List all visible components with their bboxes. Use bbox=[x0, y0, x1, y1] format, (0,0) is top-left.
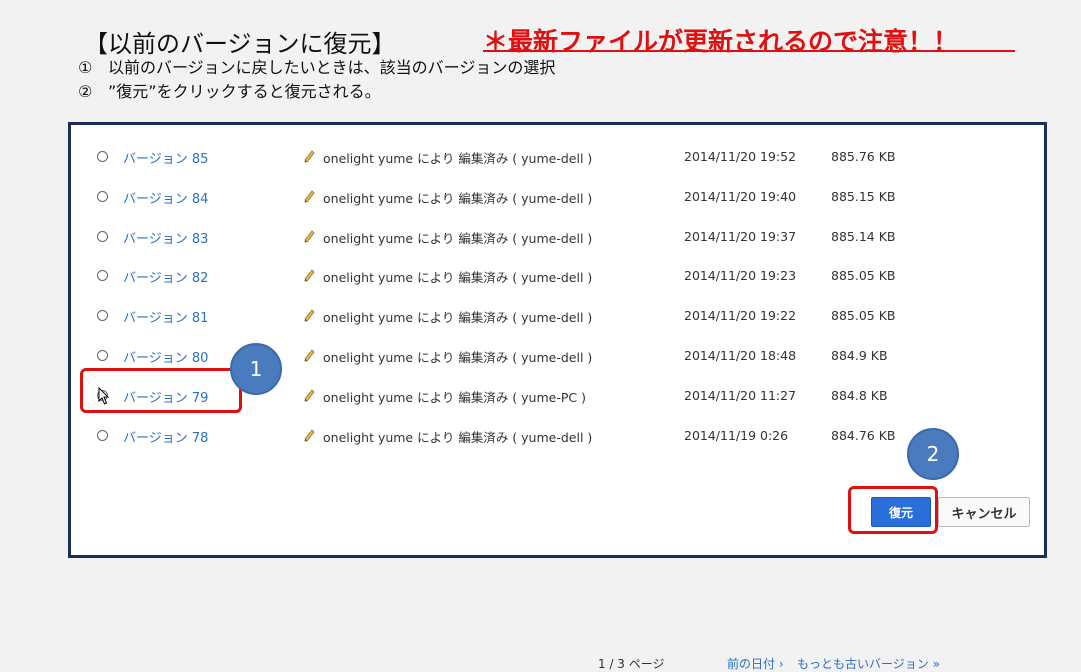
pencil-icon bbox=[304, 309, 315, 322]
version-date: 2014/11/20 19:37 bbox=[684, 228, 797, 244]
pencil-icon bbox=[304, 389, 315, 402]
version-row[interactable]: バージョン 84 onelight yume により 編集済み ( yume-de… bbox=[71, 177, 1044, 217]
version-date: 2014/11/20 19:22 bbox=[684, 308, 797, 324]
version-link[interactable]: バージョン 85 bbox=[123, 148, 208, 167]
version-editor: onelight yume により 編集済み ( yume-dell ) bbox=[323, 350, 593, 365]
version-radio[interactable] bbox=[97, 429, 108, 441]
version-editor: onelight yume により 編集済み ( yume-PC ) bbox=[323, 389, 586, 405]
version-link[interactable]: バージョン 80 bbox=[123, 347, 208, 366]
step-1-text: 以前のバージョンに戻したいときは、該当のバージョンの選択 bbox=[108, 58, 556, 77]
version-size: 885.15 KB bbox=[831, 188, 896, 204]
step-2-text: ”復元”をクリックすると復元される。 bbox=[108, 82, 381, 101]
step-marker-1: 1 bbox=[230, 343, 282, 395]
version-size: 884.76 KB bbox=[831, 427, 896, 443]
oldest-version-link[interactable]: もっとも古いバージョン » bbox=[797, 655, 940, 672]
pencil-icon bbox=[304, 150, 315, 163]
instruction-step-1: ① 以前のバージョンに戻したいときは、該当のバージョンの選択 bbox=[78, 54, 555, 78]
version-editor: onelight yume により 編集済み ( yume-dell ) bbox=[323, 151, 593, 166]
warning-underline bbox=[483, 50, 1015, 52]
warning-text: ＊最新ファイルが更新されるので注意！！ bbox=[483, 27, 959, 56]
highlight-box-restore bbox=[848, 486, 938, 534]
version-size: 885.05 KB bbox=[831, 308, 896, 324]
version-radio[interactable] bbox=[97, 350, 108, 361]
version-radio[interactable] bbox=[97, 190, 108, 202]
version-editor: onelight yume により 編集済み ( yume-dell ) bbox=[323, 429, 593, 445]
version-row[interactable]: バージョン 81 onelight yume により 編集済み ( yume-de… bbox=[71, 296, 1044, 336]
version-size: 885.76 KB bbox=[831, 149, 896, 164]
pencil-icon bbox=[304, 190, 315, 203]
version-link[interactable]: バージョン 83 bbox=[123, 228, 208, 247]
version-date: 2014/11/20 19:23 bbox=[684, 268, 797, 284]
step-marker-2: 2 bbox=[907, 428, 959, 480]
version-date: 2014/11/19 0:26 bbox=[684, 427, 789, 443]
version-editor: onelight yume により 編集済み ( yume-dell ) bbox=[323, 310, 593, 326]
version-editor: onelight yume により 編集済み ( yume-dell ) bbox=[323, 270, 593, 286]
version-date: 2014/11/20 19:40 bbox=[684, 188, 797, 204]
pencil-icon bbox=[304, 428, 315, 442]
page-indicator: 1 / 3 ページ bbox=[598, 657, 665, 671]
version-radio[interactable] bbox=[97, 230, 108, 242]
prev-date-link[interactable]: 前の日付 › bbox=[727, 655, 784, 672]
instruction-step-2: ② ”復元”をクリックすると復元される。 bbox=[78, 78, 381, 102]
version-link[interactable]: バージョン 82 bbox=[123, 267, 208, 286]
version-editor: onelight yume により 編集済み ( yume-dell ) bbox=[323, 190, 593, 206]
version-radio[interactable] bbox=[97, 151, 108, 162]
version-date: 2014/11/20 19:52 bbox=[684, 149, 797, 164]
pencil-icon bbox=[304, 229, 315, 243]
step-1-number: ① bbox=[78, 58, 93, 77]
version-radio[interactable] bbox=[97, 310, 108, 322]
version-size: 885.14 KB bbox=[831, 228, 896, 244]
version-row[interactable]: バージョン 85 onelight yume により 編集済み ( yume-de… bbox=[71, 137, 1044, 177]
version-link[interactable]: バージョン 81 bbox=[123, 307, 208, 326]
version-link[interactable]: バージョン 78 bbox=[123, 427, 208, 446]
version-date: 2014/11/20 18:48 bbox=[684, 348, 797, 363]
version-size: 884.8 KB bbox=[831, 387, 888, 403]
version-row[interactable]: バージョン 78 onelight yume により 編集済み ( yume-de… bbox=[71, 416, 1044, 456]
version-editor: onelight yume により 編集済み ( yume-dell ) bbox=[323, 230, 593, 246]
version-size: 884.9 KB bbox=[831, 348, 888, 363]
pencil-icon bbox=[304, 349, 315, 362]
highlight-box-version-79 bbox=[80, 368, 242, 413]
pencil-icon bbox=[304, 269, 315, 282]
version-link[interactable]: バージョン 84 bbox=[123, 188, 208, 207]
version-row[interactable]: バージョン 82 onelight yume により 編集済み ( yume-de… bbox=[71, 256, 1044, 296]
slide: 【以前のバージョンに復元】 ＊最新ファイルが更新されるので注意！！ ① 以前のバー… bbox=[0, 0, 1081, 671]
version-size: 885.05 KB bbox=[831, 268, 896, 284]
version-date: 2014/11/20 11:27 bbox=[684, 387, 797, 403]
version-row[interactable]: バージョン 83 onelight yume により 編集済み ( yume-de… bbox=[71, 217, 1044, 257]
version-radio[interactable] bbox=[97, 270, 108, 282]
cancel-button[interactable]: キャンセル bbox=[938, 497, 1030, 527]
step-2-number: ② bbox=[78, 82, 93, 101]
